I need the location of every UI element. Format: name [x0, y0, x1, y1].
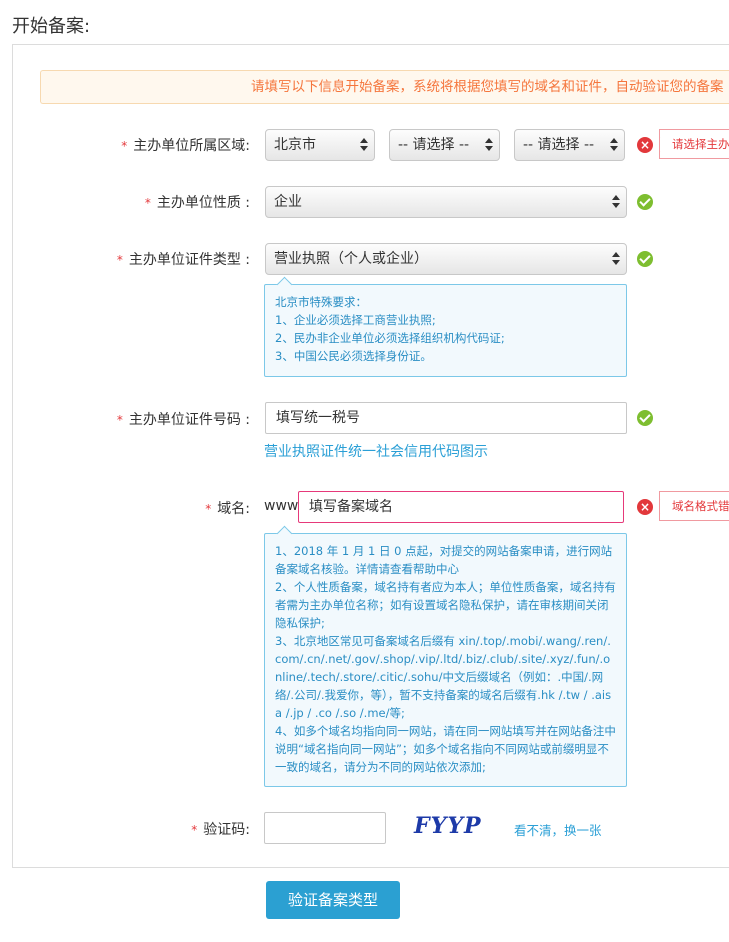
select-arrows-icon: [610, 137, 618, 153]
required-mark: *: [191, 823, 198, 837]
domain-input[interactable]: 填写备案域名: [298, 491, 624, 523]
hint-line: 3、中国公民必须选择身份证。: [275, 349, 432, 363]
captcha-input[interactable]: [264, 812, 386, 844]
hint-line: 2、民办非企业单位必须选择组织机构代码证;: [275, 331, 505, 345]
cert-type-label: * 主办单位证件类型 :: [116, 252, 250, 268]
hint-line: 1、企业必须选择工商营业执照;: [275, 313, 436, 327]
error-icon: ×: [637, 137, 653, 153]
cert-number-label: * 主办单位证件号码 :: [116, 412, 250, 428]
cert-type-select[interactable]: 营业执照（个人或企业）: [265, 243, 627, 275]
submit-button[interactable]: 验证备案类型: [266, 881, 400, 919]
province-select[interactable]: 北京市: [265, 129, 375, 161]
hint-line: 2、个人性质备案，域名持有者应为本人；单位性质备案，域名持有者需为主办单位名称；…: [275, 580, 616, 630]
help-center-link[interactable]: 帮助中心: [413, 562, 459, 576]
domain-prefix: www.: [264, 498, 302, 514]
hint-line: 3、北京地区常见可备案域名后缀有 xin/.top/.mobi/.wang/.r…: [275, 634, 612, 720]
org-type-label: * 主办单位性质 :: [144, 195, 250, 211]
required-mark: *: [121, 139, 128, 153]
check-icon: [637, 410, 653, 426]
hint-line: 1、2018 年 1 月 1 日 0 点起，对提交的网站备案申请，进行网站备案域…: [275, 544, 613, 576]
required-mark: *: [116, 413, 123, 427]
notice-banner: 请填写以下信息开始备案，系统将根据您填写的域名和证件，自动验证您的备案: [40, 70, 729, 104]
check-icon: [637, 251, 653, 267]
domain-hint: 1、2018 年 1 月 1 日 0 点起，对提交的网站备案申请，进行网站备案域…: [264, 533, 627, 787]
domain-label: * 域名:: [205, 501, 250, 517]
select-arrows-icon: [360, 137, 368, 153]
select-arrows-icon: [612, 194, 620, 210]
org-type-select[interactable]: 企业: [265, 186, 627, 218]
check-icon: [637, 194, 653, 210]
hint-line: 北京市特殊要求：: [275, 295, 367, 309]
region-error-tip: 请选择主办单位: [659, 129, 729, 159]
captcha-refresh-link[interactable]: 看不清，换一张: [514, 820, 602, 839]
region-label: * 主办单位所属区域:: [121, 138, 250, 154]
select-arrows-icon: [612, 251, 620, 267]
required-mark: *: [205, 502, 212, 516]
cert-number-input[interactable]: 填写统一税号: [265, 402, 627, 434]
required-mark: *: [144, 196, 151, 210]
cert-example-link[interactable]: 营业执照证件统一社会信用代码图示: [264, 441, 488, 461]
district-select[interactable]: -- 请选择 --: [514, 129, 625, 161]
captcha-image[interactable]: FYYP: [414, 813, 482, 839]
hint-line: 4、如多个域名均指向同一网站，请在同一网站填写并在网站备注中说明“域名指向同一网…: [275, 724, 616, 774]
captcha-label: * 验证码:: [191, 822, 250, 838]
error-icon: ×: [637, 499, 653, 515]
select-arrows-icon: [485, 137, 493, 153]
domain-error-tip: 域名格式错误: [659, 491, 729, 521]
page-title: 开始备案:: [12, 16, 91, 37]
city-select[interactable]: -- 请选择 --: [389, 129, 500, 161]
required-mark: *: [116, 253, 123, 267]
cert-type-hint: 北京市特殊要求： 1、企业必须选择工商营业执照; 2、民办非企业单位必须选择组织…: [264, 284, 627, 377]
